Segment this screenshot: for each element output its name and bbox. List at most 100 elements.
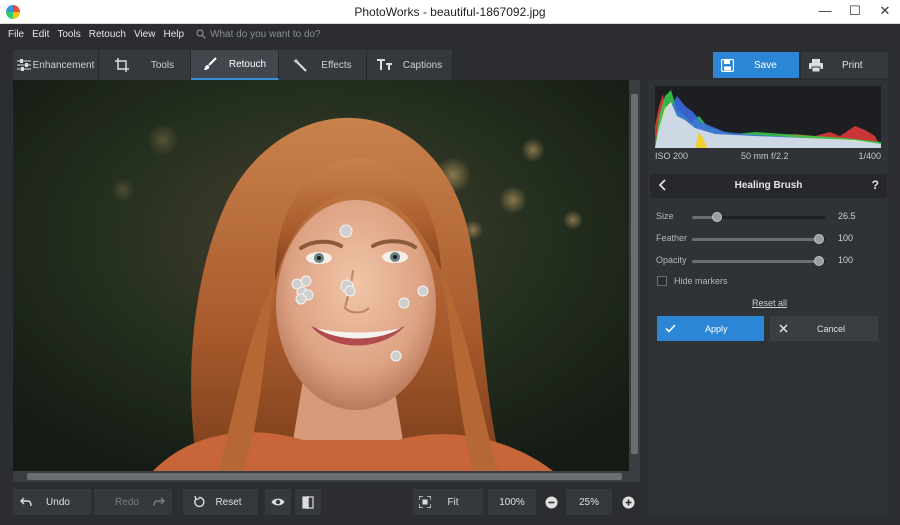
histogram-graph	[655, 90, 881, 148]
slider-label: Size	[656, 211, 674, 221]
reset-label: Reset	[215, 496, 242, 508]
tab-label: Effects	[321, 59, 352, 71]
save-label: Save	[754, 59, 777, 71]
slider-value: 100	[838, 233, 854, 243]
bottom-toolbar: Undo Redo Reset Fit 100% 25%	[0, 485, 645, 517]
zoom-in-button[interactable]	[617, 489, 639, 515]
title-bar: PhotoWorks - beautiful-1867092.jpg — ☐ ✕	[0, 0, 900, 24]
redo-icon	[153, 497, 165, 507]
menu-retouch[interactable]: Retouch	[89, 29, 126, 40]
cancel-label: Cancel	[817, 323, 846, 334]
zoom-in-icon	[622, 496, 634, 508]
slider-knob[interactable]	[814, 234, 825, 244]
slider-track[interactable]	[692, 256, 826, 266]
close-button[interactable]: ✕	[870, 0, 900, 24]
panel-title: Healing Brush	[734, 180, 803, 191]
iso-value: ISO 200	[655, 151, 689, 161]
tab-label: Retouch	[228, 58, 267, 70]
undo-button[interactable]: Undo	[13, 489, 91, 515]
magic-wand-icon	[293, 58, 308, 72]
slider-knob[interactable]	[814, 256, 825, 266]
apply-button[interactable]: Apply	[657, 316, 764, 341]
print-label: Print	[842, 59, 863, 71]
slider-value: 26.5	[838, 211, 856, 221]
tab-retouch[interactable]: Retouch	[191, 50, 279, 80]
fit-button[interactable]: Fit	[413, 489, 483, 515]
size-slider[interactable]: Size 26.5	[656, 210, 882, 224]
menu-file[interactable]: File	[8, 29, 24, 40]
reset-all-link[interactable]: Reset all	[752, 298, 787, 308]
print-button[interactable]: Print	[801, 52, 888, 78]
menu-edit[interactable]: Edit	[32, 29, 49, 40]
menu-help[interactable]: Help	[163, 29, 184, 40]
hide-markers-checkbox[interactable]	[657, 276, 667, 286]
compare-button[interactable]	[295, 489, 321, 515]
cancel-button[interactable]: Cancel	[770, 316, 878, 341]
window-title: PhotoWorks - beautiful-1867092.jpg	[354, 5, 546, 19]
undo-icon	[20, 497, 32, 507]
reset-button[interactable]: Reset	[183, 489, 258, 515]
hide-markers-label: Hide markers	[674, 276, 728, 286]
zoom-100-label: 100%	[499, 496, 525, 508]
fit-screen-icon	[419, 496, 431, 508]
tab-enhancement[interactable]: Enhancement	[13, 50, 99, 80]
zoom-level-display: 25%	[566, 489, 612, 515]
vertical-scrollbar[interactable]	[629, 80, 640, 471]
printer-icon	[809, 58, 823, 72]
preview-toggle-button[interactable]	[265, 489, 291, 515]
exif-info: ISO 200 50 mm f/2.2 1/400	[655, 151, 881, 163]
compare-icon	[302, 495, 314, 509]
zoom-out-button[interactable]	[540, 489, 562, 515]
portrait-photo	[13, 80, 629, 471]
hide-markers-option[interactable]: Hide markers	[657, 276, 728, 286]
horizontal-scrollbar[interactable]	[13, 471, 640, 482]
tab-label: Tools	[150, 59, 175, 71]
opacity-slider[interactable]: Opacity 100	[656, 254, 882, 268]
search-input[interactable]	[210, 28, 391, 40]
maximize-button[interactable]: ☐	[840, 0, 870, 24]
scroll-thumb[interactable]	[27, 473, 622, 480]
slider-track[interactable]	[692, 234, 826, 244]
tab-captions[interactable]: Captions	[367, 50, 453, 80]
slider-value: 100	[838, 255, 854, 265]
photo-canvas[interactable]	[13, 80, 629, 471]
slider-label: Opacity	[656, 255, 687, 265]
text-icon	[376, 59, 392, 70]
tool-panel-header: Healing Brush ?	[650, 174, 887, 198]
save-button[interactable]: Save	[713, 52, 799, 78]
menu-bar: File Edit Tools Retouch View Help	[0, 24, 900, 44]
help-icon[interactable]: ?	[872, 178, 879, 192]
menu-tools[interactable]: Tools	[57, 29, 80, 40]
tab-label: Captions	[402, 59, 443, 71]
slider-knob[interactable]	[712, 212, 723, 222]
sliders-icon	[16, 59, 31, 71]
zoom-100-button[interactable]: 100%	[488, 489, 536, 515]
lens-value: 50 mm f/2.2	[741, 151, 789, 161]
slider-label: Feather	[656, 233, 688, 243]
search-icon	[196, 29, 206, 39]
zoom-out-icon	[545, 496, 557, 508]
feather-slider[interactable]: Feather 100	[656, 232, 882, 246]
main-tabs: Enhancement Tools Retouch Effects Captio…	[13, 50, 453, 80]
command-search	[196, 28, 391, 40]
redo-label: Redo	[115, 496, 139, 508]
redo-button[interactable]: Redo	[94, 489, 172, 515]
reset-icon	[194, 496, 205, 508]
close-icon	[779, 324, 788, 333]
undo-label: Undo	[46, 496, 70, 508]
histogram	[655, 86, 881, 148]
floppy-disk-icon	[721, 58, 734, 72]
tab-tools[interactable]: Tools	[99, 50, 191, 80]
zoom-level-value: 25%	[578, 496, 599, 508]
menu-view[interactable]: View	[134, 29, 156, 40]
checkmark-icon	[665, 324, 676, 333]
tab-effects[interactable]: Effects	[279, 50, 367, 80]
scroll-thumb[interactable]	[631, 94, 638, 454]
slider-track[interactable]	[692, 212, 826, 222]
eye-icon	[271, 498, 285, 506]
apply-label: Apply	[705, 323, 728, 334]
brush-icon	[203, 57, 217, 70]
minimize-button[interactable]: —	[810, 0, 840, 24]
crop-icon	[114, 58, 129, 72]
shutter-value: 1/400	[858, 151, 881, 161]
